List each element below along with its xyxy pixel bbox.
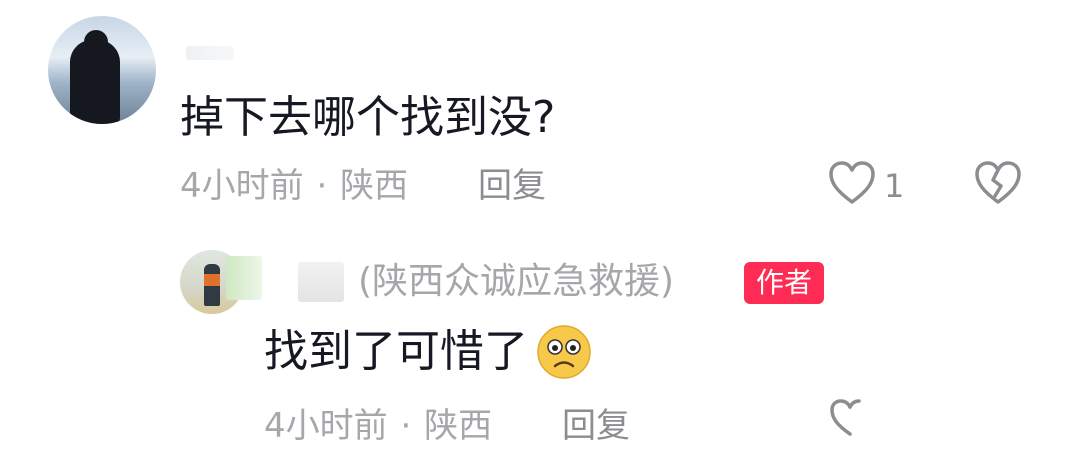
author-badge: 作者 bbox=[744, 262, 825, 304]
reply-author-name[interactable]: (陕西众诚应急救援) bbox=[358, 258, 674, 306]
reply-text: 找到了可惜了 bbox=[264, 326, 528, 377]
comment-reply-button[interactable]: 回复 bbox=[478, 164, 546, 208]
comment-thread: 掉下去哪个找到没? 4小时前 · 陕西 回复 1 (陕西众诚应急救援) 作者 找… bbox=[0, 0, 1080, 464]
reply-meta: 4小时前 · 陕西 bbox=[264, 404, 492, 448]
worried-face-emoji bbox=[537, 325, 591, 379]
comment-location: 陕西 bbox=[340, 166, 409, 206]
reply-time: 4小时前 bbox=[264, 406, 388, 446]
heart-outline-icon[interactable] bbox=[828, 398, 872, 438]
meta-separator: · bbox=[400, 406, 412, 446]
commenter-avatar[interactable] bbox=[48, 16, 156, 124]
comment-meta: 4小时前 · 陕西 bbox=[180, 164, 408, 208]
comment-time: 4小时前 bbox=[180, 166, 304, 206]
like-count: 1 bbox=[884, 167, 905, 205]
broken-heart-icon[interactable] bbox=[973, 160, 1023, 206]
heart-outline-icon[interactable] bbox=[827, 160, 877, 206]
avatar-vest bbox=[204, 274, 220, 286]
meta-separator: · bbox=[316, 166, 328, 206]
comment-text: 掉下去哪个找到没? bbox=[180, 92, 556, 143]
reply-author-name-blurred-2[interactable] bbox=[298, 262, 344, 302]
reply-author-name-blurred[interactable] bbox=[226, 256, 262, 300]
reply-reply-button[interactable]: 回复 bbox=[562, 404, 630, 448]
commenter-username-blurred[interactable] bbox=[186, 46, 234, 60]
reply-location: 陕西 bbox=[424, 406, 493, 446]
avatar-figure-head bbox=[84, 30, 108, 54]
